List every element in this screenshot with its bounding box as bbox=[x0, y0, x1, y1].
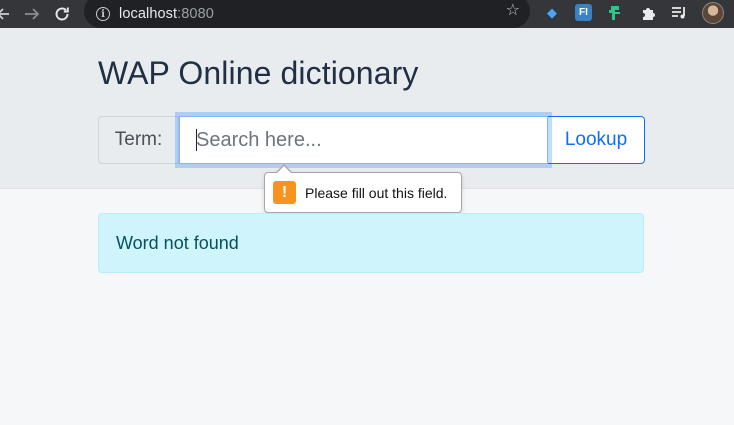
fi-extension-icon[interactable]: FI bbox=[575, 4, 592, 21]
warning-icon: ! bbox=[273, 181, 296, 204]
url-text: localhost:8080 bbox=[119, 6, 214, 22]
dino-extension-icon[interactable] bbox=[606, 4, 624, 22]
bookmark-star-icon[interactable]: ☆ bbox=[506, 3, 520, 19]
validation-tooltip: ! Please fill out this field. bbox=[264, 164, 462, 213]
reload-icon bbox=[55, 7, 69, 21]
alert-message: Word not found bbox=[116, 232, 239, 253]
extensions-puzzle-icon[interactable] bbox=[639, 4, 657, 22]
result-alert: Word not found bbox=[98, 213, 644, 273]
search-input[interactable] bbox=[179, 116, 548, 164]
search-header: WAP Online dictionary Term: Lookup bbox=[0, 28, 734, 189]
search-input-group: Term: Lookup bbox=[98, 116, 645, 164]
puzzle-icon bbox=[642, 7, 655, 20]
page-title: WAP Online dictionary bbox=[98, 55, 419, 91]
reload-button[interactable] bbox=[51, 0, 73, 28]
forward-arrow-icon bbox=[25, 8, 40, 20]
forward-button[interactable] bbox=[21, 0, 43, 28]
validation-message: Please fill out this field. bbox=[305, 184, 448, 201]
profile-avatar[interactable] bbox=[702, 2, 724, 24]
term-label: Term: bbox=[98, 116, 179, 164]
media-queue-icon[interactable] bbox=[670, 4, 688, 22]
search-field-wrapper bbox=[179, 116, 548, 164]
lookup-button[interactable]: Lookup bbox=[548, 116, 645, 164]
dino-icon bbox=[609, 6, 620, 20]
queue-icon bbox=[672, 7, 685, 19]
browser-toolbar: i localhost:8080 ☆ ◆ FI bbox=[0, 0, 734, 28]
back-button[interactable] bbox=[0, 0, 14, 28]
back-arrow-icon bbox=[0, 8, 9, 20]
gem-extension-icon[interactable]: ◆ bbox=[543, 4, 561, 22]
site-info-icon[interactable]: i bbox=[96, 7, 110, 21]
address-bar[interactable]: i localhost:8080 ☆ bbox=[84, 0, 530, 28]
text-caret bbox=[196, 129, 197, 151]
